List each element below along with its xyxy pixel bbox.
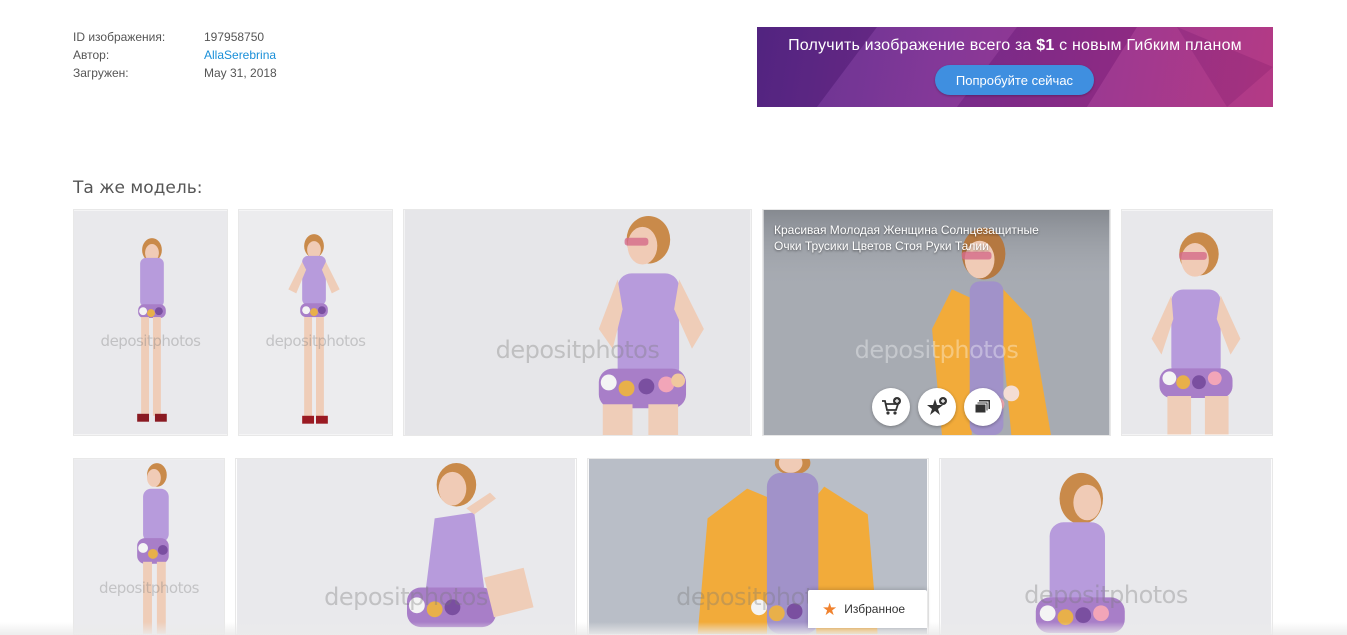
author-label: Автор: <box>73 48 110 62</box>
thumbnail-image <box>1122 210 1272 435</box>
uploaded-value: May 31, 2018 <box>204 66 277 80</box>
view-similar-button[interactable] <box>964 388 1002 426</box>
author-link[interactable]: AllaSerebrina <box>204 48 276 62</box>
thumbnail-3[interactable]: depositphotos <box>403 209 752 436</box>
thumbnail-image <box>239 210 392 435</box>
favorites-tab[interactable]: ★ Избранное <box>808 590 927 628</box>
thumbnail-9[interactable]: depositphotos <box>939 458 1273 635</box>
favorites-label: Избранное <box>844 602 906 616</box>
thumbnail-1[interactable]: depositphotos <box>73 209 228 436</box>
banner-title-prefix: Получить изображение всего за <box>788 37 1032 54</box>
uploaded-label: Загружен: <box>73 66 129 80</box>
banner-title-suffix: с новым Гибким планом <box>1059 37 1242 54</box>
meta-row-id: ID изображения: 197958750 <box>73 28 277 46</box>
banner-title: Получить изображение всего за $1 с новым… <box>757 37 1273 55</box>
thumbnail-6[interactable]: depositphotos <box>73 458 225 635</box>
bottom-fade <box>0 622 1347 635</box>
flexible-plan-banner[interactable]: Получить изображение всего за $1 с новым… <box>757 27 1273 107</box>
add-to-favorites-icon <box>927 397 947 415</box>
meta-row-uploaded: Загружен: May 31, 2018 <box>73 64 277 82</box>
add-to-favorites-button[interactable] <box>918 388 956 426</box>
id-value: 197958750 <box>204 30 265 44</box>
thumbnail-2[interactable]: depositphotos <box>238 209 393 436</box>
meta-row-author: Автор: AllaSerebrina <box>73 46 277 64</box>
thumbnail-image <box>236 459 576 634</box>
add-to-cart-button[interactable] <box>872 388 910 426</box>
thumbnail-4[interactable]: depositphotos Красивая Молодая Женщина С… <box>762 209 1111 436</box>
try-now-button[interactable]: Попробуйте сейчас <box>935 65 1094 95</box>
thumbnail-image <box>404 210 751 435</box>
star-icon: ★ <box>822 599 838 619</box>
image-caption: Красивая Молодая Женщина Солнцезащитные … <box>774 223 1039 253</box>
thumbnail-image <box>74 459 224 634</box>
thumbnail-5[interactable] <box>1121 209 1273 436</box>
image-metadata: ID изображения: 197958750 Автор: AllaSer… <box>73 28 277 82</box>
view-similar-icon <box>974 400 990 414</box>
thumbnail-image <box>74 210 227 435</box>
thumbnail-7[interactable]: depositphotos <box>235 458 577 635</box>
thumbnail-image <box>940 459 1272 634</box>
id-label: ID изображения: <box>73 30 166 44</box>
banner-price: $1 <box>1036 37 1055 54</box>
add-to-cart-icon <box>882 397 901 415</box>
same-model-heading: Та же модель: <box>73 178 203 198</box>
